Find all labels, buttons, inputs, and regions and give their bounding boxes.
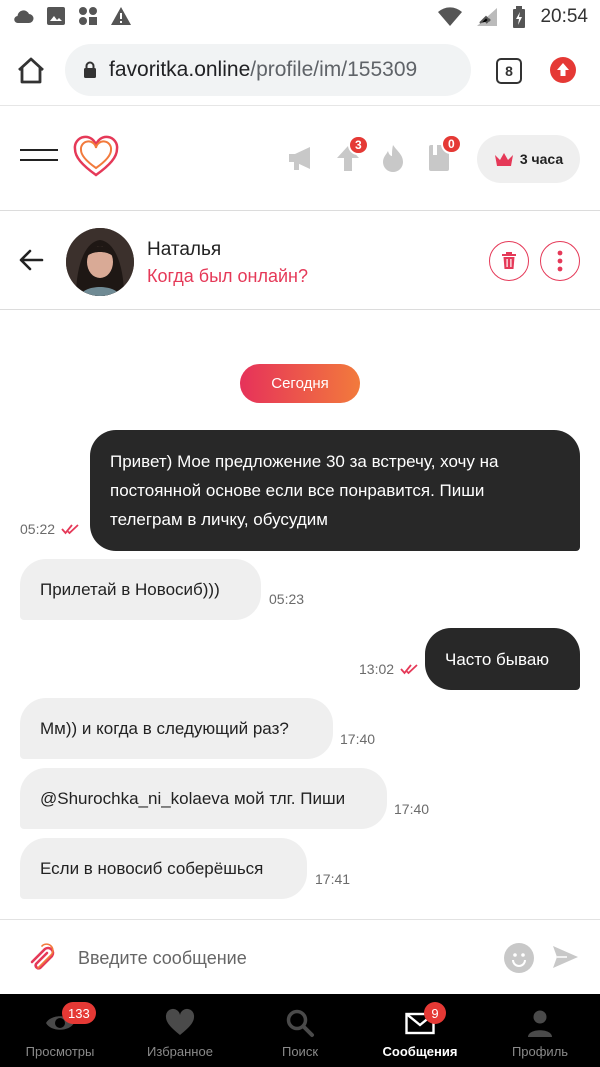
message-bubble-incoming[interactable]: Мм)) и когда в следующий раз? (20, 698, 333, 759)
update-icon[interactable] (550, 57, 576, 83)
send-icon[interactable] (550, 942, 580, 972)
message-bubble-incoming[interactable]: @Shurochka_ni_kolaeva мой тлг. Пиши (20, 768, 387, 829)
nav-label: Поиск (281, 1044, 319, 1059)
read-check-icon (400, 664, 418, 675)
message-time: 05:22 (20, 521, 56, 537)
nav-label: Профиль (511, 1044, 569, 1059)
more-options-button[interactable] (540, 241, 580, 281)
url-text: favoritka.online/profile/im/155309 (109, 58, 417, 82)
notifications-badge-count: 0 (448, 137, 455, 151)
message-meta: 17:41 (315, 871, 350, 887)
message-meta: 17:40 (340, 731, 375, 747)
browser-toolbar: favoritka.online/profile/im/155309 8 (0, 34, 600, 106)
bottom-navigation: 133 Просмотры Избранное Поиск 9 Сообщени… (0, 994, 600, 1067)
nav-label: Просмотры (25, 1044, 95, 1059)
message-meta: 17:40 (394, 801, 429, 817)
message-bubble-incoming[interactable]: Если в новосиб соберёшься (20, 838, 307, 899)
message-time: 13:02 (359, 661, 395, 677)
nav-item-profile[interactable]: Профиль (480, 994, 600, 1067)
app-header: 3 0 3 часа (0, 107, 600, 211)
message-composer (0, 919, 600, 994)
cloud-icon (14, 10, 34, 24)
message-text: @Shurochka_ni_kolaeva мой тлг. Пиши (40, 789, 346, 808)
lock-icon (84, 61, 96, 78)
fire-icon[interactable] (378, 143, 408, 173)
message-bubble-incoming[interactable]: Прилетай в Новосиб))) (20, 559, 261, 620)
tab-count: 8 (505, 63, 513, 79)
nav-item-favorites[interactable]: Избранное (120, 994, 240, 1067)
contact-name[interactable]: Наталья (147, 239, 221, 261)
messages-badge: 9 (424, 1002, 446, 1024)
trash-icon (502, 252, 516, 269)
apps-icon (79, 7, 97, 25)
chat-header: Наталья Когда был онлайн? (0, 212, 600, 310)
views-badge: 133 (62, 1002, 96, 1024)
tab-switcher-button[interactable]: 8 (496, 58, 522, 84)
message-time: 17:40 (340, 731, 376, 747)
image-icon (47, 7, 65, 25)
signal-icon (477, 8, 498, 26)
boost-badge-count: 3 (355, 138, 362, 152)
nav-label: Избранное (147, 1044, 213, 1059)
more-vertical-icon (557, 250, 563, 272)
delete-chat-button[interactable] (489, 241, 529, 281)
search-icon (286, 1009, 314, 1037)
emoji-button[interactable] (504, 943, 534, 973)
menu-icon[interactable] (20, 149, 58, 171)
nav-item-views[interactable]: 133 Просмотры (0, 994, 120, 1067)
date-separator: Сегодня (240, 364, 360, 403)
last-online-link[interactable]: Когда был онлайн? (147, 266, 308, 287)
views-badge-count: 133 (68, 1005, 90, 1021)
message-text: Мм)) и когда в следующий раз? (40, 719, 289, 738)
nav-item-search[interactable]: Поиск (240, 994, 360, 1067)
person-icon (528, 1010, 552, 1037)
premium-label: 3 часа (519, 151, 564, 167)
logo-icon[interactable] (72, 135, 120, 179)
back-arrow-icon[interactable] (18, 248, 44, 272)
message-text: Привет) Мое предложение 30 за встречу, х… (110, 452, 499, 529)
status-bar: 20:54 (0, 0, 600, 34)
message-list[interactable]: Сегодня Привет) Мое предложение 30 за вс… (0, 311, 600, 919)
crown-icon (494, 153, 513, 166)
message-time: 17:40 (394, 801, 430, 817)
battery-icon (513, 6, 526, 28)
message-text: Часто бываю (445, 650, 550, 669)
message-text: Если в новосиб соберёшься (40, 859, 264, 878)
message-time: 05:23 (269, 591, 305, 607)
nav-item-messages[interactable]: 9 Сообщения (360, 994, 480, 1067)
heart-icon (165, 1008, 195, 1035)
paperclip-icon[interactable] (28, 942, 62, 972)
home-icon[interactable] (16, 56, 46, 84)
smile-icon (512, 953, 526, 967)
avatar[interactable] (66, 228, 134, 296)
message-meta: 13:02 (359, 661, 418, 677)
messages-badge-count: 9 (431, 1005, 439, 1021)
message-input[interactable] (76, 938, 496, 978)
arrow-up-icon (557, 63, 569, 76)
address-bar[interactable]: favoritka.online/profile/im/155309 (65, 44, 471, 96)
nav-label: Сообщения (382, 1044, 458, 1059)
url-path: /profile/im/155309 (250, 58, 418, 81)
read-check-icon (61, 524, 79, 535)
message-meta: 05:22 (20, 521, 79, 537)
boost-badge: 3 (348, 135, 369, 155)
warning-icon (111, 7, 131, 25)
message-bubble-outgoing[interactable]: Привет) Мое предложение 30 за встречу, х… (90, 430, 580, 551)
wifi-icon (438, 7, 463, 27)
avatar-image (66, 228, 134, 296)
message-time: 17:41 (315, 871, 351, 887)
message-meta: 05:23 (269, 591, 304, 607)
message-text: Прилетай в Новосиб))) (40, 580, 220, 599)
notifications-badge: 0 (441, 134, 462, 154)
megaphone-icon[interactable] (286, 143, 316, 173)
message-bubble-outgoing[interactable]: Часто бываю (425, 628, 580, 690)
clock: 20:54 (540, 6, 588, 27)
premium-button[interactable]: 3 часа (477, 135, 580, 183)
url-domain: favoritka.online (109, 58, 251, 81)
